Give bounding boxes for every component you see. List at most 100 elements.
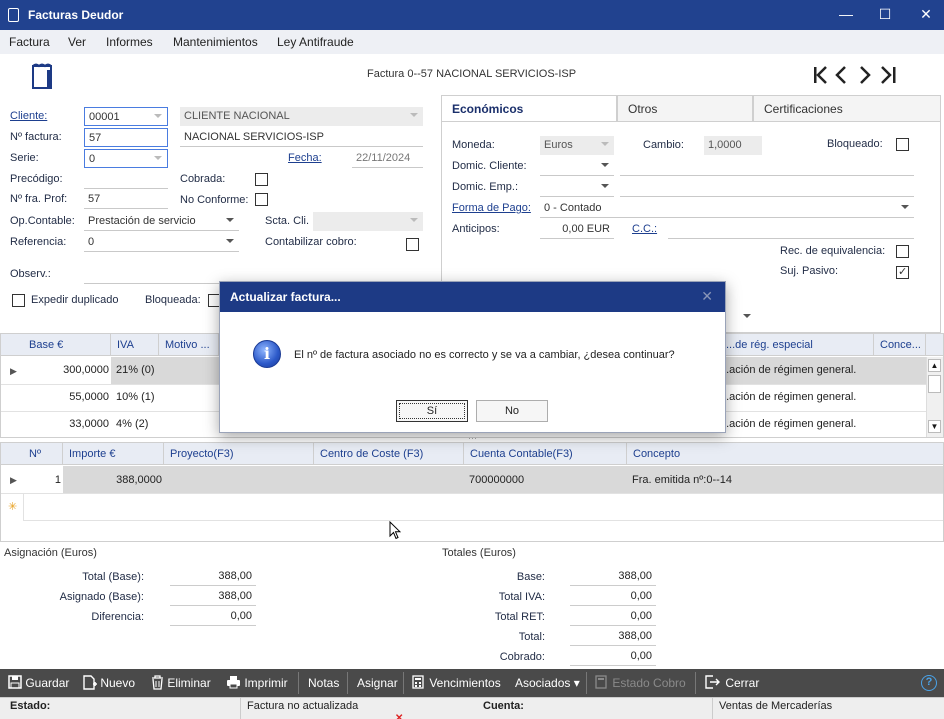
tab-certificaciones[interactable]: Certificaciones [753, 95, 941, 121]
domic-cliente-select[interactable] [540, 157, 614, 176]
dist-col-n[interactable]: Nº [23, 443, 63, 465]
dist-row-cuenta[interactable]: 700000000 [469, 474, 524, 486]
information-icon: i [253, 340, 281, 368]
first-record-button[interactable] [812, 64, 830, 86]
scroll-down-icon[interactable]: ▼ [928, 420, 941, 433]
cliente-code-field[interactable]: 00001 [84, 107, 168, 126]
scroll-thumb[interactable] [928, 375, 941, 393]
dist-col-proyecto[interactable]: Proyecto(F3) [164, 443, 314, 465]
sctacli-select [313, 212, 423, 231]
new-button[interactable]: Nuevo [83, 675, 135, 690]
cuenta-value: Ventas de Mercaderías [719, 700, 833, 712]
nfactura-description[interactable]: NACIONAL SERVICIOS-ISP [180, 128, 423, 147]
opcontable-select[interactable]: Prestación de servicio [84, 212, 239, 231]
title-bar: Facturas Deudor — ☐ ✕ [0, 0, 944, 30]
anticipos-field[interactable]: 0,00 EUR [540, 220, 614, 239]
iva-row-iva[interactable]: 21% (0) [116, 364, 155, 376]
iva-row-motivo[interactable]: ...ación de régimen general. [720, 391, 856, 403]
fecha-field[interactable]: 22/11/2024 [352, 149, 423, 168]
dist-col-centro[interactable]: Centro de Coste (F3) [314, 443, 464, 465]
dist-row-importe[interactable]: 388,0000 [63, 474, 162, 486]
forma-pago-label[interactable]: Forma de Pago: [452, 202, 531, 214]
dialog-message: El nº de factura asociado no es correcto… [294, 349, 675, 361]
cuenta-label: Cuenta: [483, 700, 524, 712]
serie-select[interactable]: 0 [84, 149, 168, 168]
previous-record-button[interactable] [834, 64, 852, 86]
dist-col-concepto[interactable]: Concepto [627, 443, 943, 465]
minimize-button[interactable]: — [838, 6, 854, 22]
iva-col-iva[interactable]: IVA [111, 334, 159, 356]
dist-col-cuenta[interactable]: Cuenta Contable(F3) [464, 443, 627, 465]
new-row[interactable] [23, 494, 943, 521]
tab-economicos[interactable]: Económicos [441, 95, 617, 121]
dist-row-n[interactable]: 1 [23, 474, 61, 486]
dist-row-concepto[interactable]: Fra. emitida nº:0--14 [632, 474, 732, 486]
iva-col-motivo[interactable]: Motivo ... [159, 334, 219, 356]
rec-equivalencia-checkbox[interactable] [896, 245, 909, 258]
notes-button[interactable]: Notas [308, 676, 339, 690]
close-button[interactable]: Cerrar [705, 675, 759, 690]
cc-field[interactable] [668, 220, 914, 239]
nfraprof-field[interactable]: 57 [84, 190, 168, 209]
iva-row-motivo[interactable]: ...ación de régimen general. [720, 418, 856, 430]
referencia-label: Referencia: [10, 236, 67, 248]
last-record-button[interactable] [878, 64, 898, 86]
iva-row-motivo[interactable]: ...ación de régimen general. [720, 364, 856, 376]
expedir-duplicado-checkbox[interactable] [12, 294, 25, 307]
cobrada-checkbox[interactable] [255, 173, 268, 186]
menu-ver[interactable]: Ver [68, 35, 86, 49]
nfraprof-label: Nº fra. Prof: [10, 193, 68, 205]
fecha-label[interactable]: Fecha: [288, 152, 322, 164]
no-button[interactable]: No [476, 400, 548, 422]
bloqueado-checkbox[interactable] [896, 138, 909, 151]
noconforme-checkbox[interactable] [255, 193, 268, 206]
dialog-close-icon[interactable]: ✕ [701, 288, 713, 305]
printer-icon [227, 676, 240, 689]
nfactura-field[interactable]: 57 [84, 128, 168, 147]
domic-emp-label: Domic. Emp.: [452, 181, 519, 193]
referencia-select[interactable]: 0 [84, 233, 239, 252]
delete-button[interactable]: Eliminar [151, 675, 211, 690]
iva-row-base[interactable]: 33,0000 [23, 418, 109, 430]
yes-button[interactable]: Sí [396, 400, 468, 422]
iva-col-concepto[interactable]: Conce... [874, 334, 926, 356]
precodigo-field[interactable] [84, 170, 168, 189]
cliente-label[interactable]: Cliente: [10, 110, 47, 122]
suj-pasivo-label: Suj. Pasivo: [780, 265, 839, 277]
iva-col-regimen[interactable]: ...de rég. especial [726, 334, 874, 356]
maximize-button[interactable]: ☐ [877, 6, 893, 22]
iva-row-iva[interactable]: 10% (1) [116, 391, 155, 403]
menu-informes[interactable]: Informes [106, 35, 153, 49]
scroll-up-icon[interactable]: ▲ [928, 359, 941, 372]
print-button[interactable]: Imprimir [226, 675, 288, 690]
tab-otros[interactable]: Otros [617, 95, 753, 121]
update-invoice-dialog: Actualizar factura... ✕ i El nº de factu… [219, 281, 726, 443]
iva-row-base[interactable]: 55,0000 [23, 391, 109, 403]
domic-emp-select[interactable] [540, 178, 614, 197]
noconforme-label: No Conforme: [180, 194, 249, 206]
iva-col-base[interactable]: Base € [23, 334, 111, 356]
next-record-button[interactable] [856, 64, 874, 86]
help-icon[interactable]: ? [921, 675, 937, 691]
close-window-button[interactable]: ✕ [918, 6, 934, 22]
cc-label[interactable]: C.C.: [632, 223, 657, 235]
totales-cobrado-label: Cobrado: [499, 651, 545, 663]
iva-row-base[interactable]: 300,0000 [23, 364, 109, 376]
diferencia-label: Diferencia: [91, 611, 144, 623]
forma-pago-select[interactable]: 0 - Contado [540, 199, 914, 218]
row-indicator-icon: ▶ [10, 366, 17, 376]
dist-col-importe[interactable]: Importe € [63, 443, 164, 465]
menu-mantenimientos[interactable]: Mantenimientos [173, 35, 258, 49]
suj-pasivo-checkbox[interactable] [896, 265, 909, 279]
invoice-document-icon [32, 63, 52, 89]
menu-ley-antifraude[interactable]: Ley Antifraude [277, 35, 354, 49]
associated-dropdown[interactable]: Asociados ▾ [515, 676, 580, 690]
contabilizar-checkbox[interactable] [406, 238, 419, 251]
precodigo-label: Precódigo: [10, 173, 63, 185]
due-dates-button[interactable]: Vencimientos [412, 675, 501, 690]
save-button[interactable]: Guardar [8, 675, 69, 690]
menu-factura[interactable]: Factura [9, 35, 50, 49]
iva-row-iva[interactable]: 4% (2) [116, 418, 148, 430]
asignacion-title: Asignación (Euros) [4, 547, 97, 559]
assign-button[interactable]: Asignar [357, 676, 398, 690]
